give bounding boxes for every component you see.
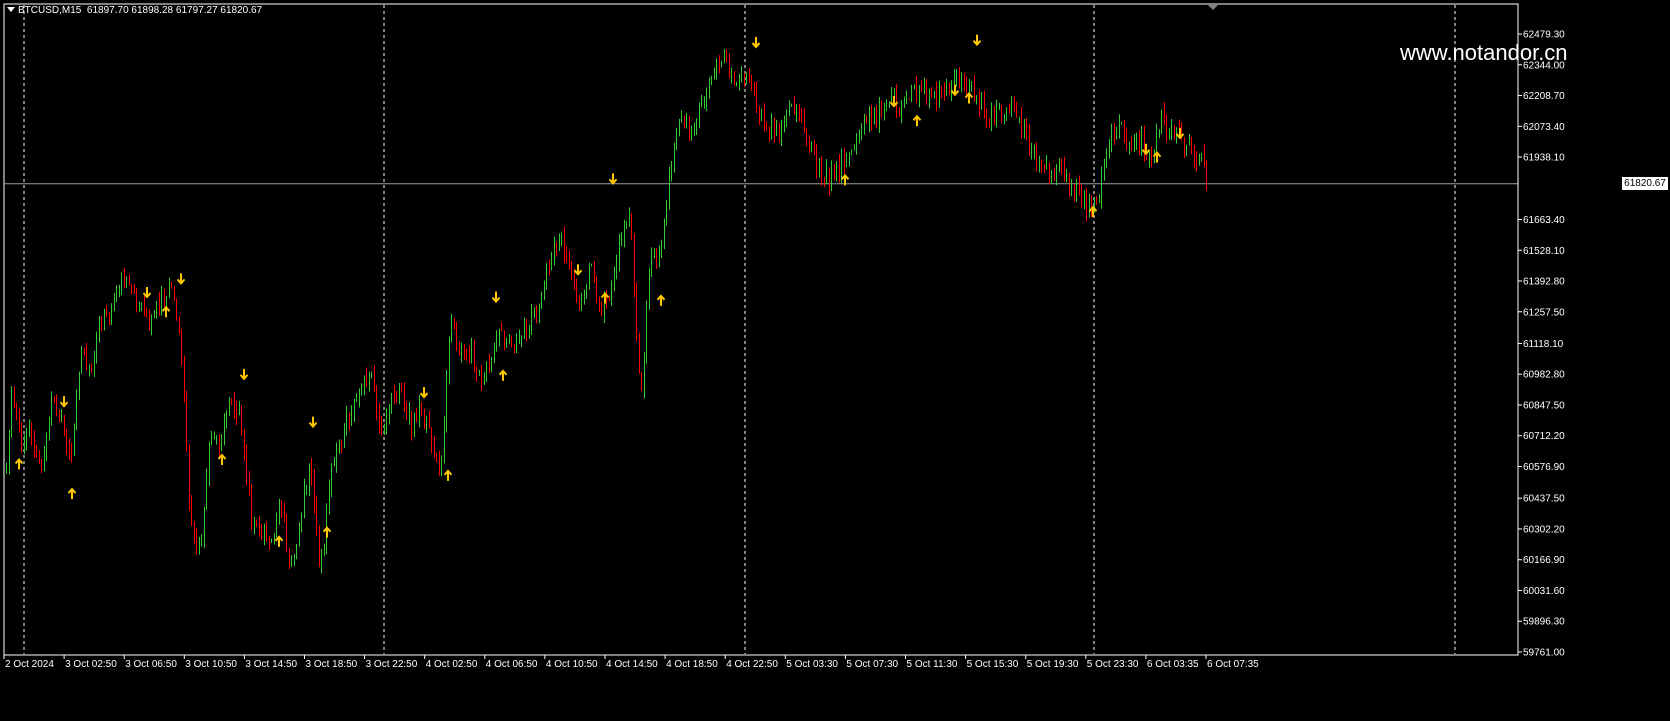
y-tick-label: 61938.10: [1523, 153, 1565, 164]
x-tick-label: 5 Oct 23:30: [1087, 659, 1139, 670]
y-tick-label: 60166.90: [1523, 555, 1565, 566]
y-tick-label: 61257.50: [1523, 307, 1565, 318]
y-tick-label: 62479.30: [1523, 30, 1565, 41]
y-tick-label: 60712.20: [1523, 431, 1565, 442]
x-tick-label: 5 Oct 07:30: [846, 659, 898, 670]
x-tick-label: 4 Oct 22:50: [726, 659, 778, 670]
y-tick-label: 59761.00: [1523, 648, 1565, 659]
watermark-text: www.notandor.cn: [1400, 40, 1568, 65]
chart-header: BTCUSD,M15 61897.70 61898.28 61797.27 61…: [7, 5, 262, 16]
price-axis: 62479.3062344.0062208.7062073.4061938.10…: [1517, 4, 1565, 659]
x-tick-label: 3 Oct 06:50: [125, 659, 177, 670]
x-tick-label: 4 Oct 10:50: [546, 659, 598, 670]
x-tick-label: 3 Oct 14:50: [245, 659, 297, 670]
x-tick-label: 6 Oct 03:35: [1147, 659, 1199, 670]
y-tick-label: 61528.10: [1523, 246, 1565, 257]
price-chart[interactable]: 62479.3062344.0062208.7062073.4061938.10…: [0, 0, 1670, 721]
y-tick-label: 61392.80: [1523, 277, 1565, 288]
current-price-tag: 61820.67: [1622, 177, 1668, 191]
x-tick-label: 4 Oct 14:50: [606, 659, 658, 670]
y-tick-label: 62208.70: [1523, 91, 1565, 102]
x-tick-label: 3 Oct 10:50: [185, 659, 237, 670]
x-tick-label: 2 Oct 2024: [5, 659, 54, 670]
y-tick-label: 60847.50: [1523, 400, 1565, 411]
x-tick-label: 3 Oct 18:50: [306, 659, 358, 670]
x-tick-label: 4 Oct 02:50: [426, 659, 478, 670]
y-tick-label: 61663.40: [1523, 215, 1565, 226]
y-tick-label: 59896.30: [1523, 617, 1565, 628]
x-tick-label: 6 Oct 07:35: [1207, 659, 1259, 670]
y-tick-label: 60576.90: [1523, 462, 1565, 473]
y-tick-label: 60302.20: [1523, 524, 1565, 535]
y-tick-label: 62073.40: [1523, 122, 1565, 133]
x-tick-label: 3 Oct 02:50: [65, 659, 117, 670]
y-tick-label: 60982.80: [1523, 370, 1565, 381]
x-tick-label: 5 Oct 19:30: [1027, 659, 1079, 670]
collapse-triangle-icon[interactable]: [7, 7, 15, 12]
y-tick-label: 60031.60: [1523, 586, 1565, 597]
time-axis: 2 Oct 2024 3 Oct 02:50 3 Oct 06:50 3 Oct 10…: [3, 654, 1518, 670]
x-tick-label: 5 Oct 03:30: [786, 659, 838, 670]
symbol-label: BTCUSD,M15: [18, 5, 82, 16]
x-tick-label: 4 Oct 06:50: [486, 659, 538, 670]
chart-area-frame: [3, 3, 1519, 656]
ohlc-label: 61897.70 61898.28 61797.27 61820.67: [86, 5, 263, 16]
x-tick-label: 5 Oct 11:30: [907, 659, 958, 670]
x-tick-label: 4 Oct 18:50: [666, 659, 718, 670]
x-tick-label: 3 Oct 22:50: [366, 659, 418, 670]
x-tick-label: 5 Oct 15:30: [967, 659, 1019, 670]
y-tick-label: 61118.10: [1523, 339, 1564, 350]
y-tick-label: 60437.50: [1523, 494, 1565, 505]
